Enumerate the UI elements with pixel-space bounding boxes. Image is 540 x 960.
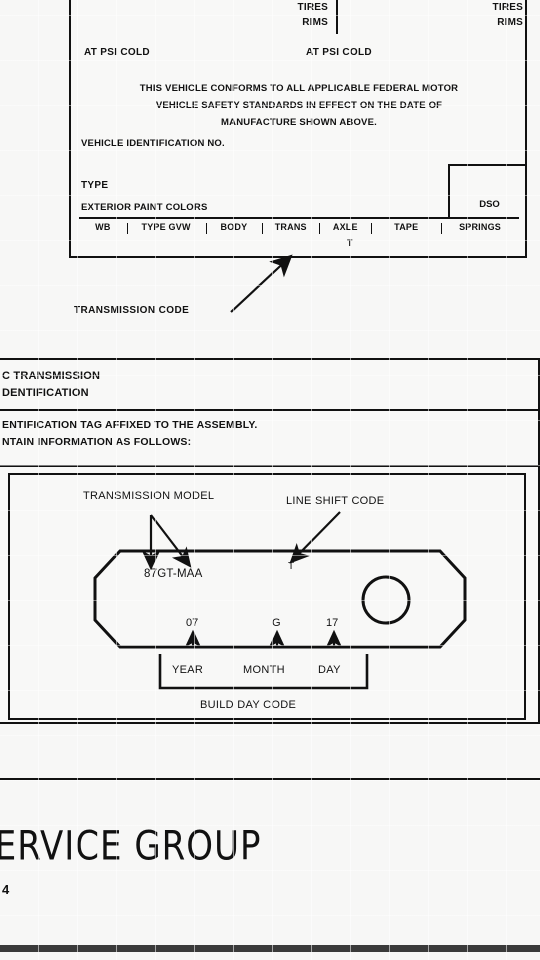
build-day-code-label: BUILD DAY CODE — [200, 699, 297, 711]
transmission-model-leader-2 — [150, 514, 192, 568]
document-page: TIRES RIMS TIRES RIMS AT PSI COLD AT PSI… — [0, 0, 540, 960]
build-year-label: YEAR — [172, 664, 204, 676]
line-shift-code-value: T — [288, 561, 295, 572]
build-year-value: 07 — [186, 617, 199, 629]
build-day-label: DAY — [318, 664, 341, 676]
line-shift-code-leader — [289, 511, 341, 564]
footer-divider-rule — [0, 778, 540, 780]
build-month-value: G — [272, 617, 281, 629]
footer-title: SSION SERVICE GROUP — [0, 823, 262, 871]
footer-black-bar — [0, 945, 540, 952]
transmission-model-value: 87GT-MAA — [144, 568, 203, 580]
transmission-model-callout-label: TRANSMISSION MODEL — [83, 490, 215, 502]
transmission-id-tag-drawing — [93, 511, 467, 690]
build-month-label: MONTH — [243, 664, 285, 676]
line-shift-code-callout-label: LINE SHIFT CODE — [286, 495, 385, 507]
tag-mounting-hole — [361, 575, 411, 625]
footer-page-number: 4 — [2, 882, 10, 897]
build-day-value: 17 — [326, 617, 339, 629]
